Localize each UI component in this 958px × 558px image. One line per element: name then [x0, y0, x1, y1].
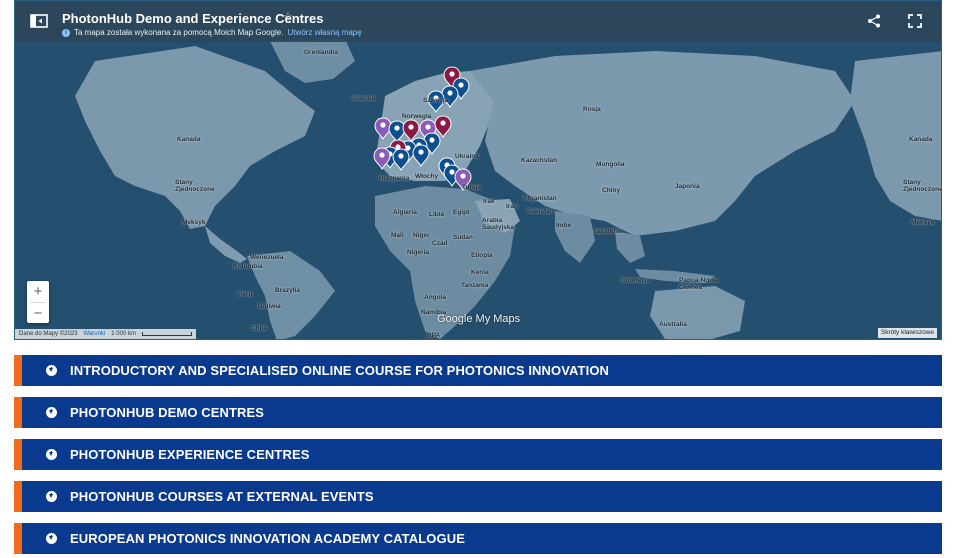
map-header: PhotonHub Demo and Experience Centres ☆ … [15, 1, 941, 42]
arrow-circle-down-icon [46, 491, 57, 502]
create-map-link[interactable]: Utwórz własną mapę [287, 28, 361, 37]
map-label-canada: Kanada [177, 136, 201, 143]
google-logo-text: Google [437, 313, 473, 325]
map-label-saudi-arabia: Arabia Saudyjska [482, 217, 515, 231]
map-label-india: Indie [556, 222, 572, 229]
zoom-in-button[interactable]: + [27, 281, 49, 302]
map-label-spain: Hiszpania [379, 175, 410, 182]
map-label-mexico: Meksyk [182, 219, 206, 226]
map-label-chad: Czad [432, 240, 448, 247]
map-label-venezuela: Wenezuela [250, 254, 284, 261]
accordion-online-course[interactable]: INTRODUCTORY AND SPECIALISED ONLINE COUR… [14, 355, 942, 386]
map-label-usa-2: Stany Zjednoczone [903, 179, 942, 193]
arrow-circle-down-icon [46, 365, 57, 376]
arrow-circle-down-icon [46, 407, 57, 418]
map-label-sudan: Sudan [453, 234, 473, 241]
map-label-china: Chiny [602, 187, 621, 194]
accordion-label: PHOTONHUB DEMO CENTRES [70, 405, 265, 420]
star-icon[interactable]: ☆ [283, 10, 293, 23]
map-embed[interactable]: Grenlandia Islandia Szwecja Norwegia Ros… [14, 0, 942, 340]
accordion-academy-catalogue[interactable]: EUROPEAN PHOTONICS INNOVATION ACADEMY CA… [14, 523, 942, 554]
accordion-accent-bar [14, 355, 22, 386]
accordion-label: PHOTONHUB EXPERIENCE CENTRES [70, 447, 310, 462]
map-label-brazil: Brazylia [275, 287, 300, 294]
accordion-accent-bar [14, 481, 22, 512]
map-label-libya: Libia [429, 211, 445, 218]
zoom-control: + − [27, 281, 49, 323]
map-attribution: Dane do Mapy ©2023 Warunki 1 000 km [15, 329, 196, 339]
map-label-nigeria: Nigeria [407, 249, 430, 256]
arrow-circle-down-icon [46, 449, 57, 460]
sidebar-toggle-icon[interactable] [29, 11, 49, 31]
page: Grenlandia Islandia Szwecja Norwegia Ros… [0, 0, 958, 558]
map-label-kazakhstan: Kazachstan [521, 157, 558, 164]
map-label-colombia: Kolumbia [233, 263, 263, 270]
map-label-thailand: Tajlandia [593, 228, 621, 235]
share-icon[interactable] [866, 13, 882, 29]
accordion-experience-centres[interactable]: PHOTONHUB EXPERIENCE CENTRES [14, 439, 942, 470]
accordion-label: PHOTONHUB COURSES AT EXTERNAL EVENTS [70, 489, 374, 504]
accordion-accent-bar [14, 439, 22, 470]
map-label-rpa: RPA [427, 332, 441, 339]
arrow-circle-down-icon [46, 533, 57, 544]
map-label-canada-2: Kanada [909, 136, 933, 143]
accordion-demo-centres[interactable]: PHOTONHUB DEMO CENTRES [14, 397, 942, 428]
accordion-external-events[interactable]: PHOTONHUB COURSES AT EXTERNAL EVENTS [14, 481, 942, 512]
accordion-label: EUROPEAN PHOTONICS INNOVATION ACADEMY CA… [70, 531, 465, 546]
map-label-algeria: Algieria [393, 209, 417, 216]
map-label-mongolia: Mongolia [596, 161, 625, 168]
map-label-angola: Angola [424, 294, 447, 301]
accordion-accent-bar [14, 397, 22, 428]
map-label-ethiopia: Etiopia [471, 252, 493, 259]
accordion-label: INTRODUCTORY AND SPECIALISED ONLINE COUR… [70, 363, 610, 378]
map-info-text: Ta mapa została wykonana za pomocą Moich… [74, 28, 284, 37]
google-mymaps-logo: Google My Maps [437, 313, 520, 325]
zoom-out-button[interactable]: − [27, 303, 49, 324]
map-label-norway: Norwegia [402, 113, 432, 120]
map-label-afghanistan: Afganistan [523, 195, 557, 202]
map-label-ukraine: Ukraina [455, 153, 479, 160]
mymaps-logo-text: My Maps [475, 313, 521, 325]
world-map[interactable] [15, 1, 942, 340]
map-label-turkey: Turcja [462, 184, 482, 191]
terms-link[interactable]: Warunki [83, 331, 105, 337]
accordion-accent-bar [14, 523, 22, 554]
map-label-usa: Stany Zjednoczone [175, 179, 215, 193]
scale-label: 1 000 km [111, 331, 136, 337]
map-label-chile: Chile [251, 325, 267, 332]
map-label-iceland: Islandia [351, 95, 376, 102]
keyboard-shortcuts-button[interactable]: Skróty klawiszowe [877, 328, 937, 338]
map-label-greenland: Grenlandia [304, 49, 338, 56]
scale-bar [141, 332, 192, 336]
fullscreen-icon[interactable] [907, 13, 923, 29]
map-label-kenya: Kenia [471, 269, 489, 276]
map-label-mali: Mali [391, 232, 404, 239]
map-label-japan: Japonia [675, 183, 700, 190]
map-label-australia: Australia [659, 321, 687, 328]
map-label-niger: Niger [413, 232, 430, 239]
map-label-bolivia: Boliwia [258, 303, 281, 310]
info-icon: i [62, 28, 70, 37]
map-label-iraq: Irak [483, 198, 495, 205]
map-label-tanzania: Tanzania [461, 282, 489, 289]
map-label-papua: Papua-Nowa Gwinea [679, 277, 719, 291]
map-label-peru: Peru [238, 291, 253, 298]
map-label-italy: Włochy [415, 173, 439, 180]
map-label-sweden: Szwecja [423, 97, 449, 104]
map-label-mexico-2: Meksyk [911, 219, 935, 226]
map-label-pakistan: Pakistan [527, 208, 554, 215]
map-data-attribution: Dane do Mapy ©2023 [19, 331, 78, 337]
map-label-russia: Rosja [583, 106, 601, 113]
map-info-line: i Ta mapa została wykonana za pomocą Moi… [62, 28, 362, 37]
map-label-egypt: Egipt [453, 209, 470, 216]
map-label-iran: Iran [506, 203, 518, 210]
map-label-indonesia: Indonezja [620, 277, 650, 284]
